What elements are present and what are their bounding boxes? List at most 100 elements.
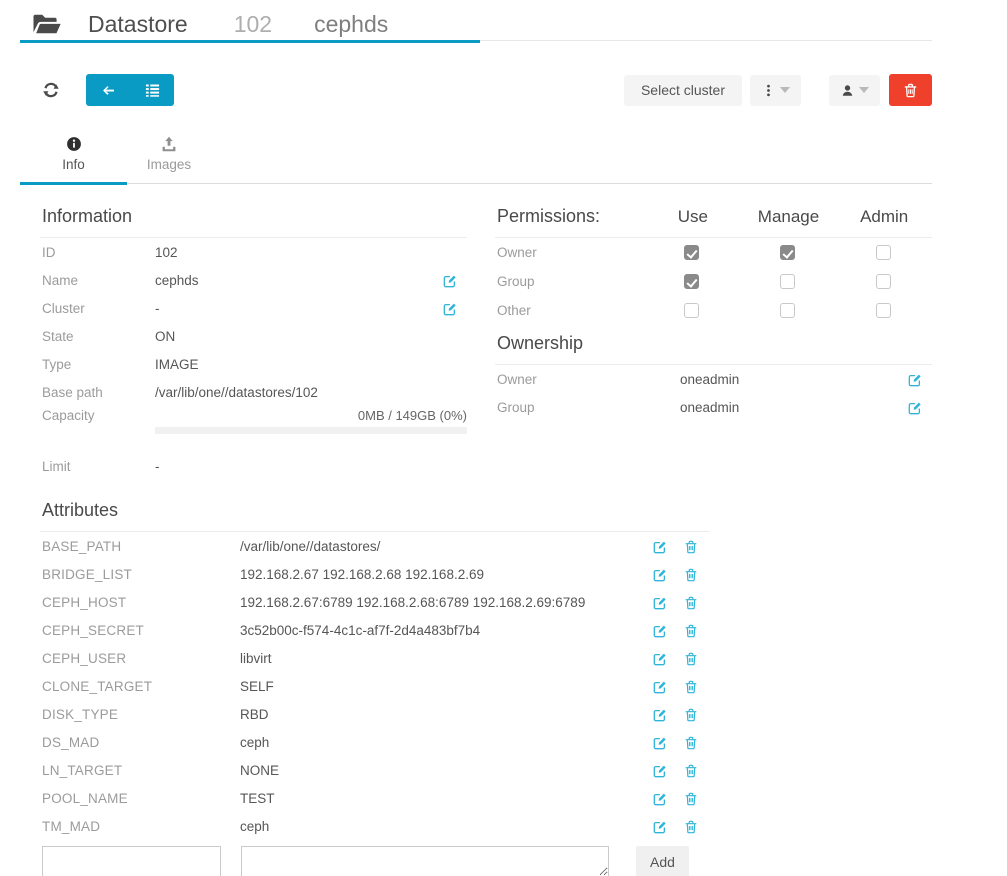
trash-icon xyxy=(903,83,918,98)
edit-attribute-button[interactable] xyxy=(653,762,667,777)
edit-attribute-button[interactable] xyxy=(653,678,667,693)
new-attribute-value-textarea[interactable] xyxy=(241,846,609,876)
edit-attribute-button[interactable] xyxy=(653,650,667,665)
info-row-base-path: Base path /var/lib/one//datastores/102 xyxy=(40,378,467,406)
trash-icon xyxy=(684,652,698,666)
trash-icon xyxy=(684,820,698,834)
attribute-row-ceph-host: CEPH_HOST 192.168.2.67:6789 192.168.2.68… xyxy=(40,588,710,616)
delete-attribute-button[interactable] xyxy=(684,762,698,777)
capacity-usage-text: 0MB / 149GB (0%) xyxy=(358,408,467,423)
trash-icon xyxy=(684,568,698,582)
edit-attribute-button[interactable] xyxy=(653,594,667,609)
edit-attribute-button[interactable] xyxy=(653,622,667,637)
upload-icon xyxy=(161,136,177,152)
attribute-row-base-path: BASE_PATH /var/lib/one//datastores/ xyxy=(40,532,710,560)
info-label: Capacity xyxy=(40,408,155,423)
user-icon xyxy=(841,84,854,97)
group-use-checkbox[interactable] xyxy=(684,274,699,289)
attribute-row-pool-name: POOL_NAME TEST xyxy=(40,784,710,812)
edit-name-button[interactable] xyxy=(443,272,457,287)
permissions-panel: Permissions: Use Manage Admin Owner Grou… xyxy=(495,202,932,480)
attribute-value: 3c52b00c-f574-4c1c-af7f-2d4a483bf7b4 xyxy=(240,623,653,638)
refresh-icon xyxy=(42,81,60,99)
edit-icon xyxy=(653,680,667,694)
info-label: Name xyxy=(40,273,155,288)
edit-icon xyxy=(443,302,457,316)
capacity-progress-bar xyxy=(155,427,467,434)
add-attribute-button[interactable]: Add xyxy=(636,846,689,876)
attribute-value: libvirt xyxy=(240,651,653,666)
edit-icon xyxy=(908,401,922,415)
other-manage-checkbox[interactable] xyxy=(780,303,795,318)
other-admin-checkbox[interactable] xyxy=(876,303,891,318)
edit-attribute-button[interactable] xyxy=(653,734,667,749)
attribute-name: CEPH_HOST xyxy=(40,595,240,610)
delete-attribute-button[interactable] xyxy=(684,594,698,609)
toolbar: Select cluster xyxy=(20,74,932,106)
owner-manage-checkbox[interactable] xyxy=(780,245,795,260)
info-row-type: Type IMAGE xyxy=(40,350,467,378)
edit-icon xyxy=(653,624,667,638)
back-button[interactable] xyxy=(86,74,130,106)
attributes-title: Attributes xyxy=(40,496,710,532)
trash-icon xyxy=(684,680,698,694)
edit-group-button[interactable] xyxy=(908,399,922,414)
info-label: Base path xyxy=(40,385,155,400)
attribute-row-tm-mad: TM_MAD ceph xyxy=(40,812,710,840)
attributes-panel: Attributes BASE_PATH /var/lib/one//datas… xyxy=(40,496,710,876)
edit-cluster-button[interactable] xyxy=(443,300,457,315)
info-value: - xyxy=(155,459,467,474)
edit-icon xyxy=(443,274,457,288)
delete-attribute-button[interactable] xyxy=(684,790,698,805)
delete-attribute-button[interactable] xyxy=(684,622,698,637)
list-view-button[interactable] xyxy=(130,74,174,106)
edit-attribute-button[interactable] xyxy=(653,818,667,833)
delete-datastore-button[interactable] xyxy=(889,74,932,106)
edit-attribute-button[interactable] xyxy=(653,538,667,553)
owner-admin-checkbox[interactable] xyxy=(876,245,891,260)
tab-info[interactable]: Info xyxy=(20,130,127,185)
permissions-row-group: Group xyxy=(495,267,932,296)
delete-attribute-button[interactable] xyxy=(684,538,698,553)
edit-icon xyxy=(653,764,667,778)
edit-attribute-button[interactable] xyxy=(653,706,667,721)
ownership-dropdown-button[interactable] xyxy=(829,75,880,106)
other-use-checkbox[interactable] xyxy=(684,303,699,318)
info-value: /var/lib/one//datastores/102 xyxy=(155,385,467,400)
tab-images[interactable]: Images xyxy=(127,130,211,185)
delete-attribute-button[interactable] xyxy=(684,566,698,581)
edit-attribute-button[interactable] xyxy=(653,566,667,581)
permissions-header: Permissions: Use Manage Admin xyxy=(495,202,932,238)
info-row-capacity: Capacity 0MB / 149GB (0%) xyxy=(40,406,467,452)
delete-attribute-button[interactable] xyxy=(684,678,698,693)
attribute-name: CEPH_USER xyxy=(40,651,240,666)
group-admin-checkbox[interactable] xyxy=(876,274,891,289)
edit-icon xyxy=(653,736,667,750)
delete-attribute-button[interactable] xyxy=(684,818,698,833)
delete-attribute-button[interactable] xyxy=(684,734,698,749)
edit-icon xyxy=(653,820,667,834)
ellipsis-vertical-icon xyxy=(762,84,775,97)
more-actions-dropdown-button[interactable] xyxy=(750,75,801,106)
trash-icon xyxy=(684,792,698,806)
attribute-name: LN_TARGET xyxy=(40,763,240,778)
group-manage-checkbox[interactable] xyxy=(780,274,795,289)
delete-attribute-button[interactable] xyxy=(684,706,698,721)
add-attribute-row: Add xyxy=(40,846,710,876)
permissions-col-use: Use xyxy=(645,207,741,227)
header-divider xyxy=(20,40,932,43)
edit-owner-button[interactable] xyxy=(908,371,922,386)
datastore-detail-page: Datastore 102 cephds Select cluster xyxy=(0,0,1007,876)
refresh-button[interactable] xyxy=(42,81,60,99)
attribute-row-disk-type: DISK_TYPE RBD xyxy=(40,700,710,728)
page-title: Datastore xyxy=(88,11,188,38)
edit-attribute-button[interactable] xyxy=(653,790,667,805)
tab-images-label: Images xyxy=(147,157,191,172)
new-attribute-name-input[interactable] xyxy=(42,846,221,876)
delete-attribute-button[interactable] xyxy=(684,650,698,665)
info-value: ON xyxy=(155,329,467,344)
select-cluster-button[interactable]: Select cluster xyxy=(624,75,742,106)
attribute-value: 192.168.2.67 192.168.2.68 192.168.2.69 xyxy=(240,567,653,582)
trash-icon xyxy=(684,624,698,638)
owner-use-checkbox[interactable] xyxy=(684,245,699,260)
